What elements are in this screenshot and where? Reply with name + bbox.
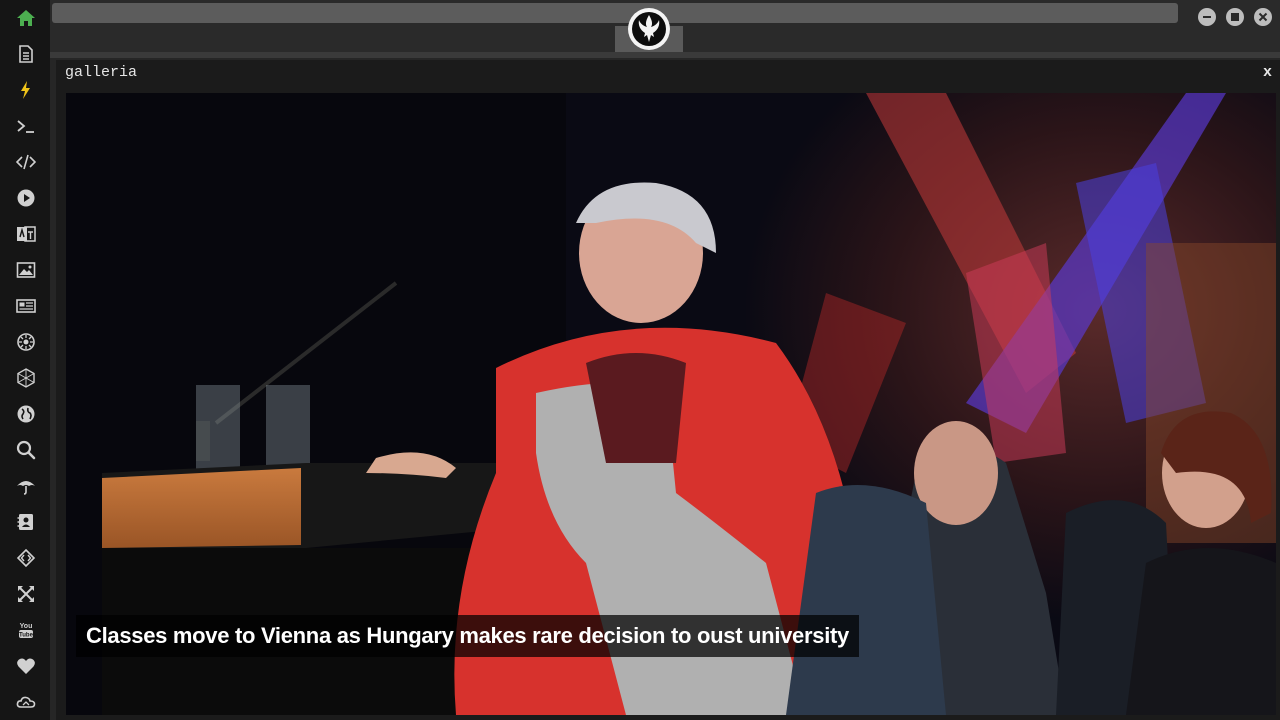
- sidebar-item-home[interactable]: [13, 5, 39, 31]
- close-window-button[interactable]: [1254, 8, 1272, 26]
- diamond-code-icon: [16, 548, 36, 568]
- rebel-alliance-icon[interactable]: [628, 8, 670, 50]
- image-caption: Classes move to Vienna as Hungary makes …: [76, 615, 859, 657]
- cloud-icon: [16, 696, 36, 708]
- terminal-icon: [17, 120, 34, 133]
- close-icon: [1258, 12, 1268, 22]
- sidebar-item-settings[interactable]: [13, 329, 39, 355]
- svg-text:Tube: Tube: [19, 633, 34, 639]
- sidebar-item-news[interactable]: [13, 293, 39, 319]
- play-icon: [17, 189, 35, 207]
- youtube-icon: You Tube: [19, 623, 34, 639]
- minimize-button[interactable]: [1198, 8, 1216, 26]
- top-bar: [50, 0, 1280, 56]
- sidebar-item-expand[interactable]: [13, 581, 39, 607]
- sidebar-item-search[interactable]: [13, 437, 39, 463]
- sidebar-item-globe[interactable]: [13, 401, 39, 427]
- image-icon: [16, 262, 36, 278]
- sidebar-item-document[interactable]: [13, 41, 39, 67]
- panel-close-button[interactable]: x: [1263, 64, 1272, 81]
- sidebar-item-favorites[interactable]: [13, 653, 39, 679]
- globe-icon: [17, 405, 35, 423]
- search-icon: [16, 440, 36, 460]
- umbrella-icon: [17, 481, 35, 495]
- svg-text:You: You: [20, 623, 33, 630]
- gear-icon: [17, 333, 35, 351]
- gallery-panel: galleria x Classes move to Vienna as Hun…: [56, 60, 1280, 720]
- sidebar-item-code[interactable]: [13, 149, 39, 175]
- maximize-button[interactable]: [1226, 8, 1244, 26]
- sidebar-item-contacts[interactable]: [13, 509, 39, 535]
- contact-card-icon: [17, 514, 33, 530]
- sidebar-item-play[interactable]: [13, 185, 39, 211]
- sidebar-item-flash[interactable]: [13, 77, 39, 103]
- expand-icon: [18, 586, 34, 602]
- newspaper-icon: [16, 299, 36, 313]
- app-window: You Tube galleria x Classes move to Vien…: [0, 0, 1280, 720]
- sidebar-item-embed[interactable]: [13, 545, 39, 571]
- address-bar[interactable]: [52, 3, 1178, 23]
- sidebar-item-translate[interactable]: [13, 221, 39, 247]
- minimize-icon: [1203, 16, 1211, 18]
- panel-title: galleria: [65, 64, 138, 81]
- sidebar-item-youtube[interactable]: You Tube: [13, 617, 39, 643]
- document-icon: [19, 45, 33, 63]
- gallery-image[interactable]: Classes move to Vienna as Hungary makes …: [66, 93, 1276, 715]
- heart-icon: [17, 658, 35, 674]
- sidebar: You Tube: [0, 0, 50, 720]
- maximize-icon: [1231, 13, 1239, 21]
- home-icon: [17, 10, 35, 26]
- sidebar-item-network[interactable]: [13, 365, 39, 391]
- sidebar-item-cloud[interactable]: [13, 689, 39, 715]
- code-icon: [16, 154, 36, 170]
- lightning-icon: [21, 81, 30, 99]
- translate-icon: [17, 226, 36, 242]
- hexagon-icon: [17, 368, 35, 388]
- sidebar-item-image[interactable]: [13, 257, 39, 283]
- sidebar-item-terminal[interactable]: [13, 113, 39, 139]
- sidebar-item-weather[interactable]: [13, 473, 39, 499]
- toolbar-divider: [50, 52, 1280, 58]
